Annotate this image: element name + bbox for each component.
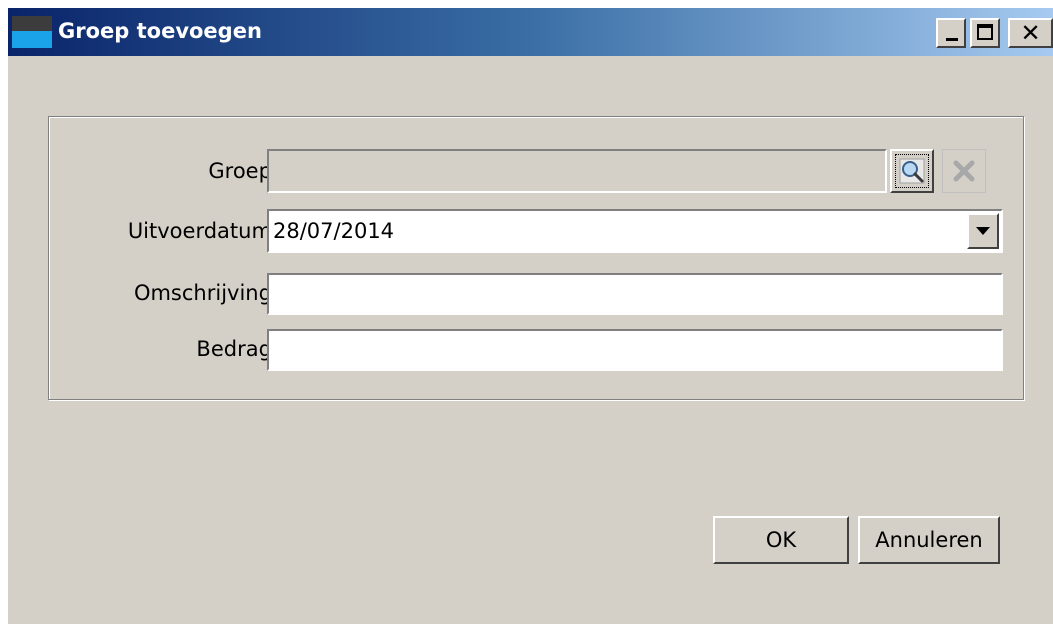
cancel-button[interactable]: Annuleren	[858, 516, 1000, 564]
dialog-window: Groep toevoegen ✕ Groep: Uitvoerdatum: 2…	[8, 8, 1053, 624]
omschrijving-field[interactable]	[267, 273, 1003, 315]
dropdown-button[interactable]	[967, 213, 999, 249]
groep-label: Groep:	[208, 159, 279, 183]
groep-input	[269, 151, 885, 191]
uitvoerdatum-dropdown[interactable]: 28/07/2014	[267, 209, 1003, 253]
ok-button[interactable]: OK	[713, 516, 849, 564]
bedrag-label: Bedrag:	[196, 337, 279, 361]
minimize-icon	[946, 38, 958, 41]
title-bar[interactable]: Groep toevoegen ✕	[8, 8, 1053, 56]
bedrag-input[interactable]	[269, 331, 1001, 369]
cancel-button-label: Annuleren	[875, 528, 983, 552]
window-title: Groep toevoegen	[58, 19, 262, 43]
uitvoerdatum-label: Uitvoerdatum:	[127, 219, 279, 243]
close-icon: ✕	[1020, 19, 1041, 47]
form-panel: Groep: Uitvoerdatum: 28/07/2014 Omschrij…	[48, 116, 1024, 400]
search-button[interactable]	[890, 149, 934, 193]
close-button[interactable]: ✕	[1008, 18, 1053, 48]
clear-button[interactable]	[942, 149, 986, 193]
omschrijving-label: Omschrijving:	[133, 281, 279, 305]
bedrag-field[interactable]	[267, 329, 1003, 371]
clear-x-icon	[953, 160, 975, 182]
app-icon	[12, 16, 52, 48]
magnifier-icon	[899, 158, 925, 184]
groep-field	[267, 149, 887, 193]
uitvoerdatum-value: 28/07/2014	[273, 219, 395, 243]
minimize-button[interactable]	[936, 18, 966, 48]
chevron-down-icon	[976, 227, 990, 235]
ok-button-label: OK	[765, 528, 797, 552]
omschrijving-input[interactable]	[269, 275, 1001, 313]
maximize-icon	[977, 24, 993, 40]
maximize-button[interactable]	[970, 18, 1000, 48]
